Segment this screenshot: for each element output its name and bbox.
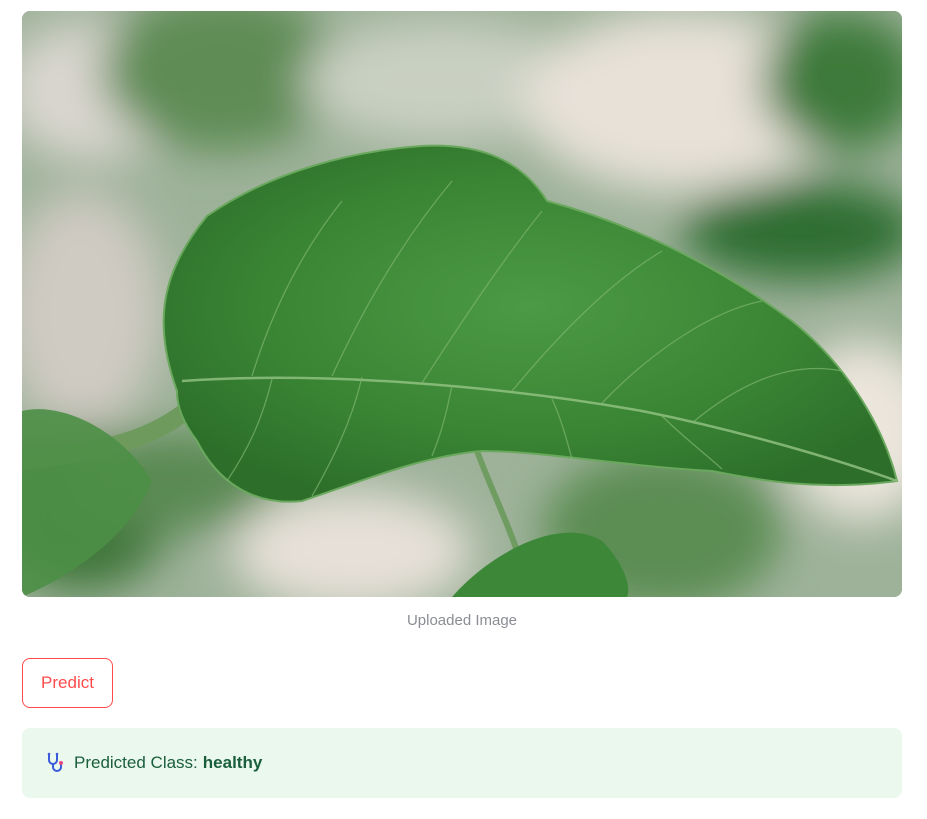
prediction-result-alert: Predicted Class: healthy [22, 728, 902, 798]
predict-button[interactable]: Predict [22, 658, 113, 708]
prediction-label: Predicted Class: [74, 753, 198, 772]
uploaded-image [22, 11, 902, 597]
prediction-value: healthy [202, 753, 263, 772]
image-caption: Uploaded Image [406, 612, 518, 629]
page: Uploaded Image Predict Predicted Class: … [0, 0, 927, 819]
stethoscope-icon [44, 751, 68, 775]
